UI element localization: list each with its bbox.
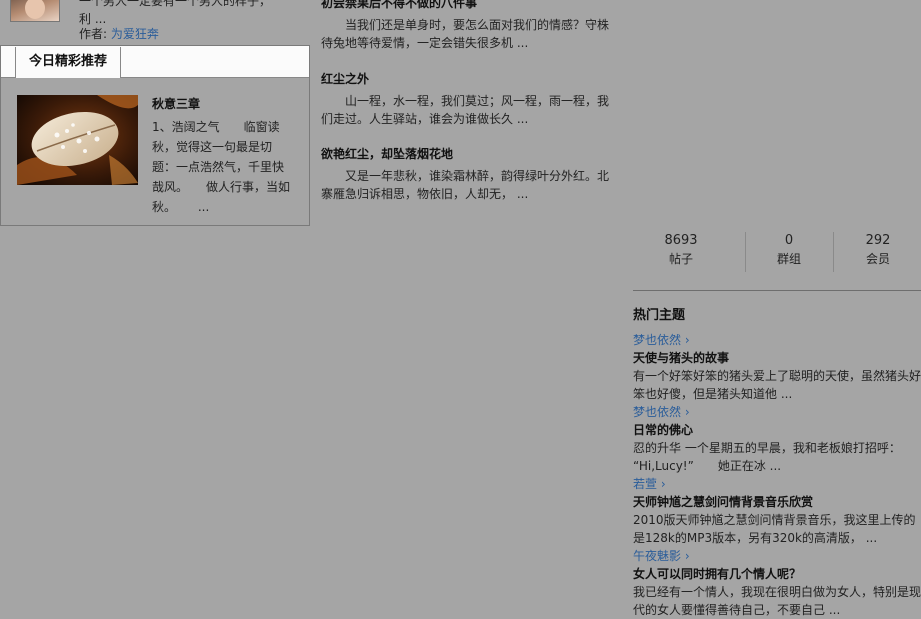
hot-topic-author-link[interactable]: 梦也依然 ›	[633, 403, 921, 421]
hot-topic-item: 梦也依然 › 日常的佛心 忍的升华 一个星期五的早晨，我和老板娘打招呼： “Hi…	[633, 403, 921, 475]
hot-topic-title[interactable]: 天使与猪头的故事	[633, 349, 921, 367]
author-snippet: 一个男人一定要有一个男人的样子， 利 ... 作者: 为爱狂奔	[0, 0, 300, 42]
featured-article-title[interactable]: 秋意三章	[152, 95, 200, 112]
stat-posts-value: 8693	[664, 233, 698, 248]
forum-stats: 8693 帖子 0 群组 292 会员	[633, 232, 921, 272]
avatar-face	[25, 0, 45, 19]
hot-topics-panel: 热门主题 梦也依然 › 天使与猪头的故事 有一个好笨好笨的猪头爱上了聪明的天使，…	[633, 307, 921, 619]
featured-thumbnail[interactable]	[17, 95, 138, 185]
hot-topic-title[interactable]: 天师钟馗之慧剑问情背景音乐欣赏	[633, 493, 921, 511]
featured-article-summary: 1、浩阔之气 临窗读秋，觉得这一句最是切题：一点浩然气，千里快哉风。 做人行事，…	[152, 120, 291, 214]
author-excerpt-line1: 一个男人一定要有一个男人的样子，	[79, 0, 272, 8]
hot-topic-summary-line2: “Hi,Lucy!” 她正在冰 ...	[633, 459, 782, 473]
hot-topic-item: 午夜魅影 › 女人可以同时拥有几个情人呢？ 我已经有一个情人，我现在很明白做为女…	[633, 547, 921, 619]
hot-topic-summary-line1: 我已经有一个情人，我现在很明白做为女人，特别是现	[633, 585, 921, 599]
hot-topic-title[interactable]: 女人可以同时拥有几个情人呢？	[633, 565, 921, 583]
hot-topic-summary-line1: 有一个好笨好笨的猪头爱上了聪明的天使，虽然猪头好	[633, 369, 921, 383]
article-item: 红尘之外 山一程，水一程，我们莫过；风一程，雨一程，我们走过。人生驿站，谁会为谁…	[321, 70, 613, 128]
hot-topics-heading: 热门主题	[633, 308, 686, 323]
stat-posts-label: 帖子	[668, 252, 693, 266]
author-byline: 作者: 为爱狂奔	[79, 26, 159, 42]
featured-panel: 今日精彩推荐 秋意三章 1、浩阔之气 临窗读秋，觉得这一句最是切题：一点浩然气，…	[0, 45, 310, 226]
tab-today-featured[interactable]: 今日精彩推荐	[15, 47, 121, 78]
stat-groups-label: 群组	[776, 252, 801, 266]
stat-groups-value: 0	[784, 233, 794, 248]
stat-members-value: 292	[865, 233, 891, 248]
stat-members-label: 会员	[865, 252, 890, 266]
article-summary: 又是一年悲秋，谁染霜林醉，韵得绿叶分外红。北寨雁急归诉相思，物依旧，人却无， .…	[321, 169, 610, 201]
hot-topic-summary-line2: 是128k的MP3版本，另有320k的高清版， ...	[633, 531, 878, 545]
hot-topic-item: 若萱 › 天师钟馗之慧剑问情背景音乐欣赏 2010版天师钟馗之慧剑问情背景音乐，…	[633, 475, 921, 547]
author-avatar[interactable]	[10, 0, 60, 22]
hot-topic-summary-line1: 忍的升华 一个星期五的早晨，我和老板娘打招呼：	[633, 441, 901, 455]
article-item: 初尝禁果后不得不做的八件事 当我们还是单身时，要怎么面对我们的情感？守株待兔地等…	[321, 0, 613, 52]
stat-posts: 8693 帖子	[633, 232, 729, 268]
hot-topic-summary-line2: 笨也好傻，但是猪头知道他 ...	[633, 387, 793, 401]
hot-topic-item: 梦也依然 › 天使与猪头的故事 有一个好笨好笨的猪头爱上了聪明的天使，虽然猪头好…	[633, 331, 921, 403]
featured-tabbar: 今日精彩推荐	[1, 46, 309, 78]
article-title[interactable]: 欲艳红尘，却坠落烟花地	[321, 145, 613, 163]
hot-topic-summary-line1: 2010版天师钟馗之慧剑问情背景音乐，我这里上传的	[633, 513, 916, 527]
stat-members: 292 会员	[830, 232, 921, 268]
hot-topic-author-link[interactable]: 若萱 ›	[633, 475, 921, 493]
hot-topic-summary-line2: 代的女人要懂得善待自己，不要自己 ...	[633, 603, 841, 617]
hot-topic-title[interactable]: 日常的佛心	[633, 421, 921, 439]
hot-topic-author-link[interactable]: 梦也依然 ›	[633, 331, 921, 349]
article-title[interactable]: 初尝禁果后不得不做的八件事	[321, 0, 613, 12]
article-summary: 山一程，水一程，我们莫过；风一程，雨一程，我们走过。人生驿站，谁会为谁做长久 .…	[321, 94, 610, 126]
autumn-leaf-image	[17, 95, 138, 185]
author-label: 作者:	[79, 27, 108, 41]
author-name-link[interactable]: 为爱狂奔	[111, 27, 159, 41]
section-divider	[633, 290, 921, 291]
article-summary: 当我们还是单身时，要怎么面对我们的情感？守株待兔地等待爱情，一定会错失很多机 .…	[321, 18, 610, 50]
article-item: 欲艳红尘，却坠落烟花地 又是一年悲秋，谁染霜林醉，韵得绿叶分外红。北寨雁急归诉相…	[321, 145, 613, 203]
stat-groups: 0 群组	[741, 232, 837, 268]
article-title[interactable]: 红尘之外	[321, 70, 613, 88]
hot-topic-author-link[interactable]: 午夜魅影 ›	[633, 547, 921, 565]
author-excerpt: 一个男人一定要有一个男人的样子， 利 ...	[79, 0, 299, 28]
